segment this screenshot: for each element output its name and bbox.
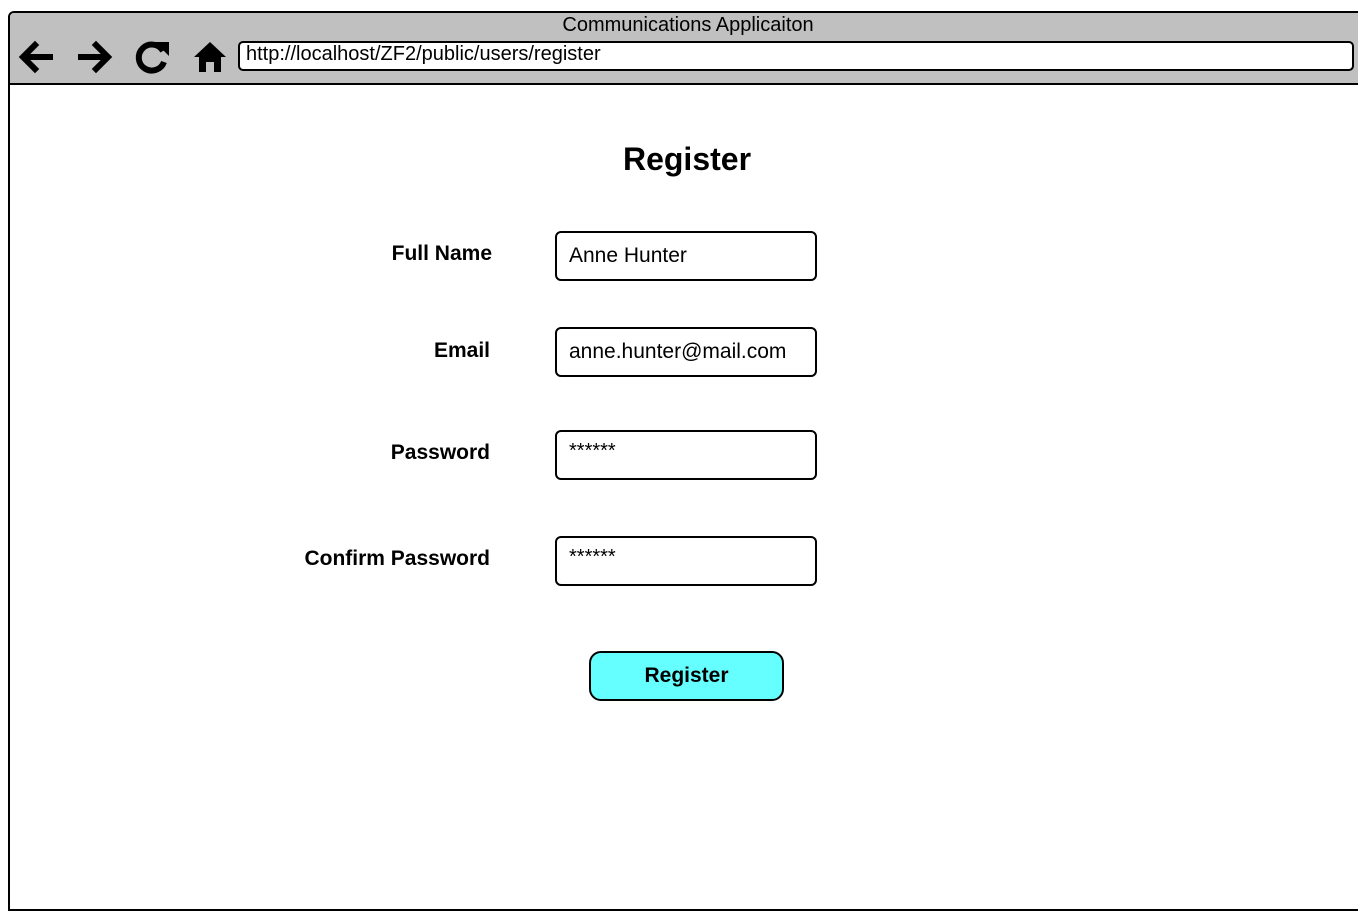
browser-toolbar: Communications Applicaiton http://localh… <box>10 13 1358 85</box>
password-input[interactable] <box>555 430 817 480</box>
back-button[interactable] <box>15 37 55 77</box>
email-input[interactable] <box>555 327 817 377</box>
confirm-password-input[interactable] <box>555 536 817 586</box>
confirm-password-label: Confirm Password <box>304 547 490 570</box>
page-title: Register <box>622 141 752 177</box>
page-content: Register Full Name Email Password Confir… <box>10 85 1358 909</box>
reload-icon <box>133 38 171 76</box>
register-button[interactable]: Register <box>589 651 784 701</box>
home-icon <box>193 40 227 74</box>
arrow-right-icon <box>78 40 114 74</box>
forward-button[interactable] <box>76 37 116 77</box>
home-button[interactable] <box>190 37 230 77</box>
arrow-left-icon <box>17 40 53 74</box>
email-label: Email <box>433 339 490 362</box>
browser-window: Communications Applicaiton http://localh… <box>8 11 1358 911</box>
password-label: Password <box>390 441 490 464</box>
address-bar[interactable]: http://localhost/ZF2/public/users/regist… <box>238 41 1354 71</box>
full-name-input[interactable] <box>555 231 817 281</box>
full-name-label: Full Name <box>391 242 492 265</box>
window-title: Communications Applicaiton <box>562 14 814 36</box>
reload-button[interactable] <box>132 37 172 77</box>
